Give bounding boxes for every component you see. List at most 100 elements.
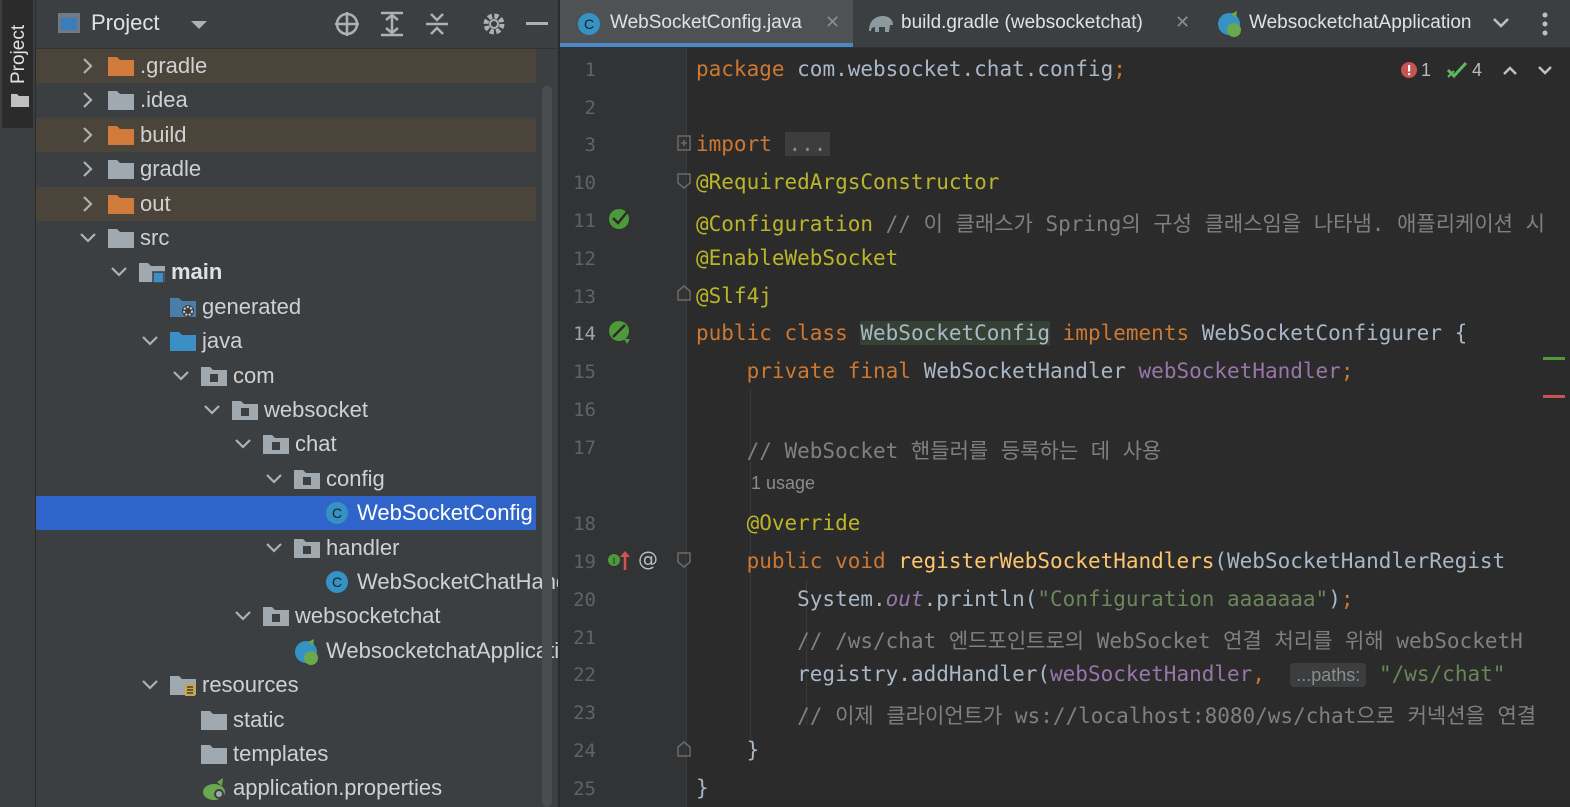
warning-stripe[interactable] [1543, 357, 1565, 360]
line-number: 20 [573, 589, 596, 611]
project-panel-title[interactable]: Project [91, 10, 159, 36]
tree-item[interactable]: .idea [36, 83, 536, 117]
chevron-down-icon[interactable] [264, 469, 284, 489]
code-line[interactable]: @Override [696, 511, 861, 535]
minimize-icon[interactable] [526, 22, 548, 26]
tab-websocketconfig-java[interactable]: C WebSocketConfig.java ✕ [560, 0, 853, 47]
code-line[interactable]: // /ws/chat 엔드포인트로의 WebSocket 연결 처리를 위해 … [696, 625, 1523, 655]
tree-item-label: websocketchat [295, 603, 441, 629]
code-token: @Override [746, 511, 861, 535]
code-line[interactable]: package com.websocket.chat.config; [696, 57, 1126, 81]
active-tab-indicator [560, 43, 853, 47]
tab-build-gradle[interactable]: build.gradle (websocketchat) ✕ [853, 0, 1199, 47]
code-line[interactable]: public void registerWebSocketHandlers(We… [696, 549, 1506, 573]
tree-item[interactable]: templates [36, 737, 536, 771]
chevron-right-icon[interactable] [78, 56, 98, 76]
code-token: webSocketHandler [1138, 359, 1341, 383]
tab-websocketchat-application[interactable]: WebsocketchatApplication [1199, 0, 1479, 47]
code-line[interactable]: } [696, 738, 760, 762]
chevron-down-icon[interactable] [1537, 65, 1553, 75]
chevron-down-icon[interactable] [78, 228, 98, 248]
chevron-down-icon[interactable] [140, 675, 160, 695]
tree-item-label: handler [326, 534, 400, 560]
implements-method-icon[interactable]: I [607, 548, 633, 574]
tree-item[interactable]: websocket [36, 393, 536, 427]
tree-item[interactable]: C WebSocketConfig [36, 496, 536, 531]
tree-item[interactable]: WebsocketchatApplication [36, 634, 558, 668]
check-icon[interactable] [1446, 60, 1468, 80]
usage-hint[interactable]: 1 usage [751, 473, 815, 494]
svg-text:I: I [613, 556, 616, 566]
chevron-down-icon[interactable] [1492, 17, 1510, 29]
tree-item[interactable]: main [36, 255, 536, 289]
code-token: // WebSocket 핸들러를 등록하는 데 사용 [696, 439, 1162, 463]
code-line[interactable]: @EnableWebSocket [696, 246, 898, 270]
annotation-icon[interactable]: @ [638, 547, 658, 571]
error-icon[interactable] [1400, 61, 1418, 79]
tree-item[interactable]: static [36, 703, 536, 737]
code-line[interactable]: private final WebSocketHandler webSocket… [696, 359, 1354, 383]
code-line[interactable]: // 이제 클라이언트가 ws://localhost:8080/ws/chat… [696, 700, 1536, 730]
chevron-down-icon[interactable] [202, 400, 222, 420]
tree-item[interactable]: .gradle [36, 49, 536, 83]
folded-imports[interactable]: ... [784, 132, 831, 156]
close-icon[interactable]: ✕ [825, 12, 840, 33]
code-line[interactable]: public class WebSocketConfig implements … [696, 321, 1467, 345]
chevron-right-icon[interactable] [78, 194, 98, 214]
line-number: 17 [573, 437, 596, 459]
tree-item[interactable]: chat [36, 427, 536, 461]
chevron-right-icon[interactable] [78, 159, 98, 179]
chevron-right-icon[interactable] [78, 125, 98, 145]
chevron-down-icon[interactable] [233, 434, 253, 454]
close-icon[interactable]: ✕ [1175, 12, 1190, 33]
chevron-down-icon[interactable] [190, 20, 208, 30]
code-line[interactable]: registry.addHandler(webSocketHandler, ..… [696, 662, 1505, 687]
chevron-right-icon[interactable] [78, 90, 98, 110]
code-line[interactable]: @RequiredArgsConstructor [696, 170, 999, 194]
tree-item[interactable]: application.properties [36, 771, 536, 805]
tree-item[interactable]: gradle [36, 152, 536, 186]
fold-end-icon[interactable] [677, 741, 691, 757]
error-stripe[interactable] [1543, 395, 1565, 398]
chevron-down-icon[interactable] [264, 538, 284, 558]
gear-icon[interactable] [481, 11, 507, 37]
tree-item[interactable]: handler [36, 531, 536, 565]
fold-collapse-icon[interactable] [677, 552, 691, 568]
fold-collapse-icon[interactable] [677, 173, 691, 189]
code-line[interactable]: // WebSocket 핸들러를 등록하는 데 사용 [696, 435, 1162, 465]
tree-item[interactable]: resources [36, 668, 536, 702]
tree-item[interactable]: websocketchat [36, 599, 536, 633]
expand-all-icon[interactable] [379, 11, 405, 37]
project-tree-scrollbar[interactable] [542, 86, 552, 807]
tree-item[interactable]: C WebSocketChatHandler [36, 565, 558, 599]
spring-bean-icon[interactable] [607, 206, 633, 232]
locate-icon[interactable] [334, 11, 360, 37]
tree-item-label: .idea [140, 87, 188, 113]
chevron-down-icon[interactable] [109, 262, 129, 282]
code-line[interactable]: import ... [696, 132, 831, 156]
tree-item[interactable]: com [36, 359, 536, 393]
tree-item[interactable]: out [36, 186, 536, 221]
code-line[interactable]: System.out.println("Configuration aaaaaa… [696, 587, 1353, 611]
tree-item[interactable]: java [36, 324, 536, 358]
code-line[interactable]: } [696, 776, 709, 800]
tree-item[interactable]: config [36, 462, 536, 496]
chevron-down-icon[interactable] [233, 606, 253, 626]
chevron-up-icon[interactable] [1502, 65, 1518, 75]
tree-item[interactable]: src [36, 221, 536, 255]
project-tool-window-tab[interactable]: Project [2, 0, 33, 128]
fold-expand-icon[interactable] [677, 135, 691, 151]
spring-config-icon[interactable] [607, 319, 633, 345]
chevron-down-icon[interactable] [171, 366, 191, 386]
line-number: 13 [573, 286, 596, 308]
tree-item[interactable]: generated [36, 290, 536, 324]
more-options-icon[interactable] [1542, 12, 1548, 36]
java-class-icon: C [325, 570, 349, 599]
chevron-down-icon[interactable] [140, 331, 160, 351]
code-line[interactable]: @Configuration // 이 클래스가 Spring의 구성 클래스임… [696, 208, 1545, 238]
tree-item[interactable]: build [36, 117, 536, 152]
collapse-all-icon[interactable] [424, 11, 450, 37]
code-line[interactable]: @Slf4j [696, 284, 772, 308]
fold-end-icon[interactable] [677, 285, 691, 301]
